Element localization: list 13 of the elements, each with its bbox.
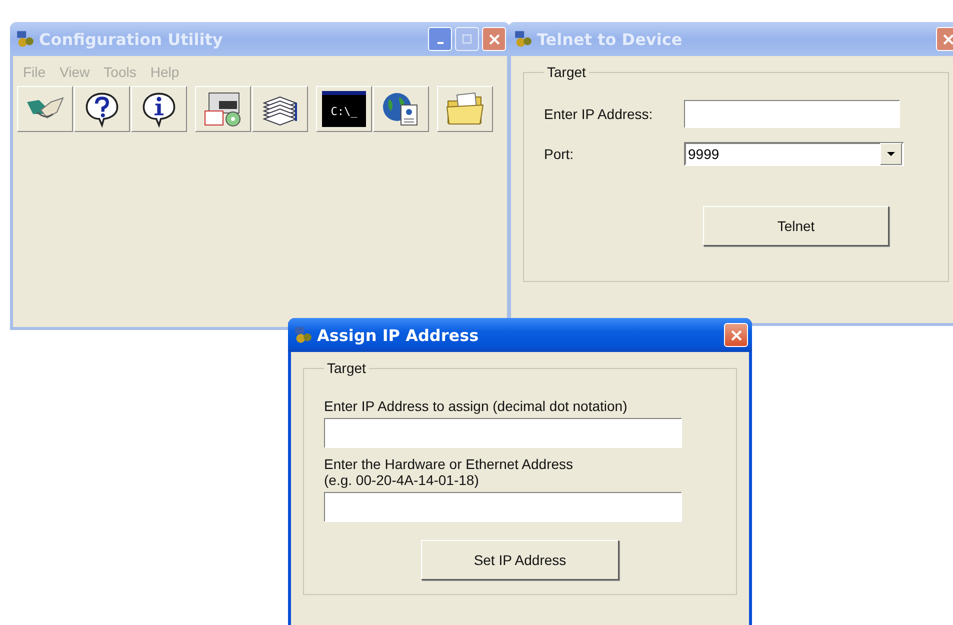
window-title: Assign IP Address bbox=[317, 326, 479, 344]
telnet-button[interactable]: Telnet bbox=[703, 206, 889, 246]
window-title: Telnet to Device bbox=[537, 30, 682, 48]
port-dropdown[interactable]: 9999 bbox=[684, 142, 904, 166]
group-label: Target bbox=[326, 360, 367, 376]
field-label: Enter IP Address to assign (decimal dot notation) bbox=[324, 398, 628, 414]
window-title: Configuration Utility bbox=[39, 30, 223, 48]
set-ip-address-button[interactable]: Set IP Address bbox=[421, 540, 619, 580]
group-label: Target bbox=[546, 64, 587, 80]
field-label: Port: bbox=[544, 146, 575, 162]
field-label: Enter IP Address: bbox=[544, 106, 654, 122]
terminal-icon[interactable]: C:\_ bbox=[316, 86, 372, 132]
field-label: Enter the Hardware or Ethernet Address (e.g. 00-20-4A-14-01-18) bbox=[324, 456, 574, 488]
